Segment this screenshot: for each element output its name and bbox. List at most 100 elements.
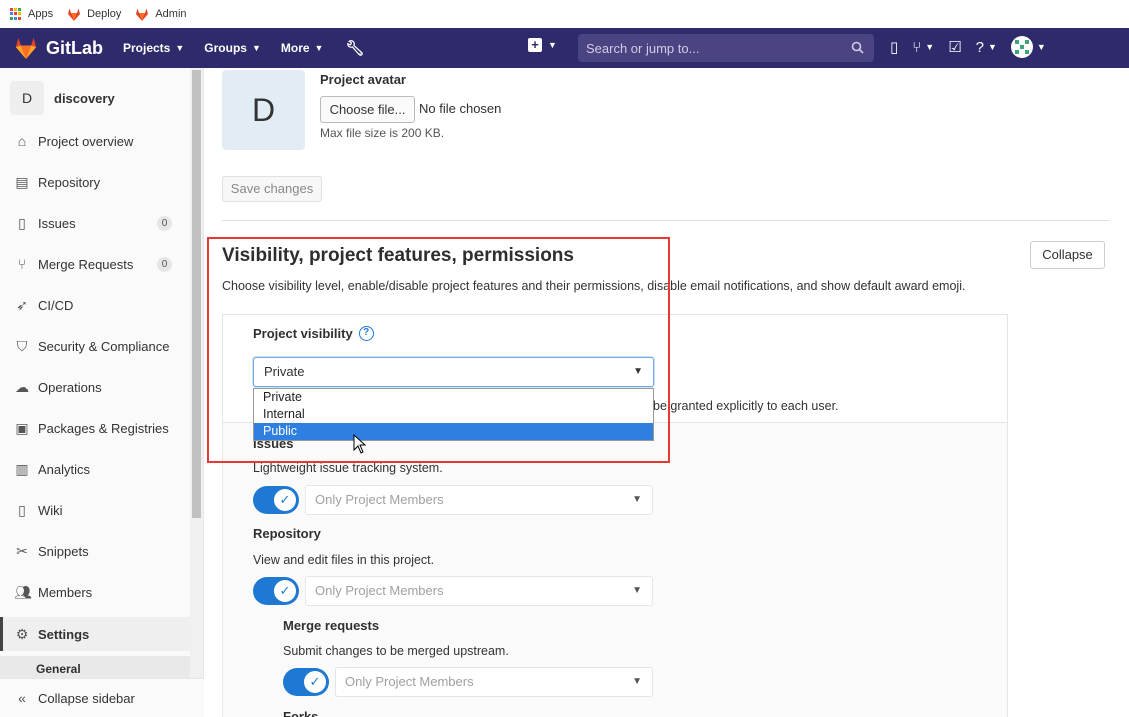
sidebar-item-label: Packages & Registries [38, 420, 169, 436]
chevron-down-icon: ▼ [548, 40, 557, 50]
user-menu[interactable]: ▼ [1010, 36, 1046, 58]
sidebar-item-label: Wiki [38, 502, 63, 518]
gitlab-logo-icon [15, 37, 37, 59]
sidebar-item-members[interactable]: 👥︎ Members [0, 575, 190, 609]
help-icon[interactable]: ? ▼ [976, 39, 997, 56]
issues-access-select[interactable]: Only Project Members ▼ [305, 485, 653, 515]
sidebar-item-settings[interactable]: ⚙ Settings [0, 617, 190, 651]
bookmark-label: Deploy [87, 8, 122, 20]
sidebar-item-wiki[interactable]: ▯ Wiki [0, 493, 190, 527]
sidebar-subitem-general[interactable]: General [0, 656, 190, 678]
feature-forks-title: Forks [283, 709, 319, 717]
project-visibility-select[interactable]: Private ▼ [253, 357, 654, 387]
nav-projects-label: Projects [123, 41, 171, 55]
gitlab-fox-icon [68, 8, 81, 21]
bookmark-apps[interactable]: Apps [10, 8, 53, 20]
home-icon: ⌂ [17, 133, 27, 149]
cloud-icon: ☁ [15, 378, 29, 395]
users-icon: 👥︎ [14, 583, 32, 600]
chevron-down-icon: ▼ [988, 42, 997, 52]
count-badge: 0 [157, 215, 172, 231]
merge-requests-nav-icon[interactable]: ⑂ ▼ [912, 39, 934, 56]
repository-toggle[interactable]: ✓ [253, 577, 299, 605]
sidebar-item-label: CI/CD [38, 297, 74, 313]
search-input[interactable]: Search or jump to... [578, 34, 874, 62]
bookmark-admin[interactable]: Admin [135, 8, 187, 21]
sidebar-item-project-overview[interactable]: ⌂ Project overview [0, 124, 190, 158]
sidebar-item-label: Security & Compliance [38, 338, 170, 354]
collapse-button[interactable]: Collapse [1030, 241, 1105, 269]
sidebar-item-label: Merge Requests [38, 256, 134, 272]
nav-projects[interactable]: Projects ▼ [123, 41, 184, 55]
chevron-down-icon: ▼ [175, 43, 185, 53]
sidebar-item-issues[interactable]: ▯ Issues 0 [0, 206, 190, 240]
top-navbar: GitLab Projects ▼ Groups ▼ More ▼ 🔧︎ + ▼ Se… [0, 28, 1129, 68]
sidebar-item-cicd[interactable]: ➶ CI/CD [0, 288, 190, 322]
sidebar-item-label: Operations [38, 379, 102, 395]
feature-repository-desc: View and edit files in this project. [253, 553, 435, 567]
issues-nav-icon[interactable]: ▯ [890, 38, 898, 56]
merge-icon: ⑂ [17, 256, 27, 272]
merge-requests-access-select[interactable]: Only Project Members ▼ [335, 667, 653, 697]
bookmarks-bar: Apps Deploy Admin [0, 0, 1129, 28]
save-changes-button[interactable]: Save changes [222, 176, 322, 202]
admin-wrench-icon[interactable]: 🔧︎ [345, 39, 364, 57]
sidebar-item-security[interactable]: ⛉ Security & Compliance [0, 329, 190, 363]
doc-icon: ▤ [15, 173, 29, 190]
sidebar-item-snippets[interactable]: ✂ Snippets [0, 534, 190, 568]
sidebar-item-repository[interactable]: ▤ Repository [0, 165, 190, 199]
sidebar: D discovery ⌂ Project overview ▤ Repositor… [0, 68, 204, 717]
chevron-down-icon: ▼ [632, 494, 642, 505]
no-file-text: No file chosen [419, 101, 502, 116]
nav-more-label: More [280, 41, 310, 55]
sidebar-item-packages[interactable]: ▣ Packages & Registries [0, 411, 190, 445]
project-name: discovery [54, 90, 115, 106]
sidebar-item-label: Settings [38, 626, 90, 642]
scissors-icon: ✂ [16, 542, 28, 559]
merge-requests-toggle[interactable]: ✓ [283, 668, 329, 696]
new-dropdown[interactable]: + ▼ [528, 38, 557, 52]
todos-icon[interactable]: ☑ [948, 38, 961, 56]
option-public[interactable]: Public [254, 423, 653, 440]
sidebar-item-label: Members [38, 584, 93, 600]
identicon-icon [1014, 40, 1029, 54]
main-content: D Project avatar Choose file... No file … [204, 68, 1129, 717]
scrollbar-thumb[interactable] [192, 70, 201, 518]
choose-file-button[interactable]: Choose file... [320, 96, 415, 123]
issues-toggle[interactable]: ✓ [253, 486, 299, 514]
gitlab-home-link[interactable]: GitLab [14, 37, 103, 59]
max-size-text: Max file size is 200 KB. [320, 126, 445, 140]
check-icon: ✓ [304, 671, 326, 693]
question-circle-icon[interactable]: ? [358, 326, 374, 341]
bookmark-deploy[interactable]: Deploy [67, 8, 121, 21]
book-icon: ▯ [18, 501, 26, 518]
sidebar-item-label: Issues [38, 215, 76, 231]
access-value: Only Project Members [315, 583, 444, 598]
package-icon: ▣ [15, 419, 29, 436]
sidebar-item-merge-requests[interactable]: ⑂ Merge Requests 0 [0, 247, 190, 281]
access-value: Only Project Members [345, 674, 474, 689]
chevron-down-icon: ▼ [314, 43, 324, 53]
nav-more[interactable]: More ▼ [281, 41, 324, 55]
option-internal[interactable]: Internal [254, 406, 653, 423]
nav-groups[interactable]: Groups ▼ [204, 41, 261, 55]
brand-name: GitLab [46, 37, 103, 58]
sidebar-item-analytics[interactable]: ▥ Analytics [0, 452, 190, 486]
collapse-sidebar-button[interactable]: « Collapse sidebar [0, 678, 204, 717]
apps-grid-icon [10, 8, 22, 20]
repository-access-select[interactable]: Only Project Members ▼ [305, 576, 653, 606]
sidebar-item-label: Analytics [38, 461, 91, 477]
section-description: Choose visibility level, enable/disable … [222, 279, 966, 293]
sidebar-project[interactable]: D discovery [0, 68, 203, 120]
visibility-panel: Project visibility ? Private ▼ be grante… [222, 314, 1008, 717]
visibility-hint: be granted explicitly to each user. [653, 399, 839, 413]
sidebar-scrollbar[interactable] [190, 68, 203, 717]
feature-merge-requests-title: Merge requests [283, 618, 380, 633]
sidebar-item-operations[interactable]: ☁ Operations [0, 370, 190, 404]
section-title: Visibility, project features, permission… [222, 245, 574, 266]
avatar [1010, 36, 1033, 58]
sidebar-item-label: Snippets [38, 543, 89, 559]
option-private[interactable]: Private [254, 389, 653, 406]
bookmark-label: Admin [155, 8, 187, 20]
check-icon: ✓ [274, 580, 296, 602]
